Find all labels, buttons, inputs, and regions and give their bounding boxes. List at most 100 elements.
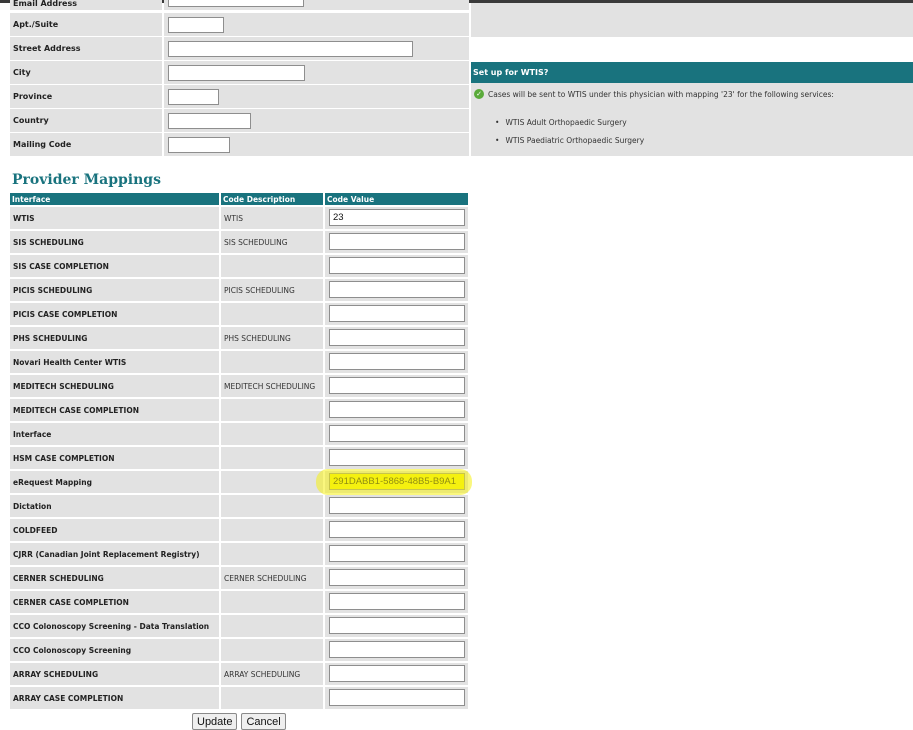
city-cell — [164, 61, 469, 84]
code-value-cell — [325, 423, 468, 445]
interface-name: ARRAY CASE COMPLETION — [10, 687, 219, 709]
interface-name: Dictation — [10, 495, 219, 517]
country-cell — [164, 109, 469, 132]
code-value-input[interactable] — [329, 233, 465, 250]
interface-name: PHS SCHEDULING — [10, 327, 219, 349]
interface-name: WTIS — [10, 207, 219, 229]
code-description — [221, 303, 323, 325]
code-description — [221, 591, 323, 613]
code-description: CERNER SCHEDULING — [221, 567, 323, 589]
email-label: Email Address — [10, 0, 162, 10]
address-row-city: City — [10, 61, 469, 84]
table-row: ARRAY CASE COMPLETION — [10, 687, 468, 711]
code-value-cell — [325, 375, 468, 397]
provider-mappings-title: Provider Mappings — [12, 172, 161, 188]
mappings-table-header: Interface Code Description Code Value — [10, 193, 468, 205]
apt-suite-input[interactable] — [168, 17, 224, 33]
table-row: COLDFEED — [10, 519, 468, 543]
code-value-input[interactable] — [329, 305, 465, 322]
street-address-cell — [164, 37, 469, 60]
code-value-input[interactable] — [329, 665, 465, 682]
table-row: ARRAY SCHEDULING ARRAY SCHEDULING — [10, 663, 468, 687]
email-input[interactable] — [168, 0, 304, 7]
code-value-input[interactable] — [329, 521, 465, 538]
code-value-input[interactable] — [329, 689, 465, 706]
interface-name: CJRR (Canadian Joint Replacement Registr… — [10, 543, 219, 565]
table-row: CCO Colonoscopy Screening - Data Transla… — [10, 615, 468, 639]
province-cell — [164, 85, 469, 108]
wtis-service-item: WTIS Adult Orthopaedic Surgery — [495, 118, 626, 127]
apt-suite-cell — [164, 13, 469, 36]
code-value-input[interactable] — [329, 425, 465, 442]
city-label: City — [10, 61, 162, 84]
code-description: SIS SCHEDULING — [221, 231, 323, 253]
mailing-code-cell — [164, 133, 469, 156]
code-value-input[interactable] — [329, 545, 465, 562]
table-row: CERNER SCHEDULING CERNER SCHEDULING — [10, 567, 468, 591]
interface-name: MEDITECH CASE COMPLETION — [10, 399, 219, 421]
code-value-cell — [325, 351, 468, 373]
code-value-input[interactable] — [329, 617, 465, 634]
country-input[interactable] — [168, 113, 251, 129]
interface-name: eRequest Mapping — [10, 471, 219, 493]
code-value-input[interactable] — [329, 209, 465, 226]
code-description: WTIS — [221, 207, 323, 229]
table-row: SIS CASE COMPLETION — [10, 255, 468, 279]
code-value-input[interactable] — [329, 329, 465, 346]
interface-name: MEDITECH SCHEDULING — [10, 375, 219, 397]
code-value-input[interactable] — [329, 593, 465, 610]
mappings-table-body: WTISWTISSIS SCHEDULINGSIS SCHEDULINGSIS … — [10, 207, 468, 711]
email-cell — [164, 0, 469, 10]
table-row: CERNER CASE COMPLETION — [10, 591, 468, 615]
interface-name: Novari Health Center WTIS — [10, 351, 219, 373]
code-value-cell — [325, 615, 468, 637]
code-value-cell — [325, 447, 468, 469]
street-address-input[interactable] — [168, 41, 413, 57]
interface-name: SIS SCHEDULING — [10, 231, 219, 253]
table-row: CCO Colonoscopy Screening — [10, 639, 468, 663]
table-row: HSM CASE COMPLETION — [10, 447, 468, 471]
code-description — [221, 519, 323, 541]
table-row: MEDITECH CASE COMPLETION — [10, 399, 468, 423]
code-value-cell — [325, 303, 468, 325]
code-description — [221, 495, 323, 517]
code-description: MEDITECH SCHEDULING — [221, 375, 323, 397]
code-value-input[interactable] — [329, 401, 465, 418]
code-value-input[interactable] — [329, 281, 465, 298]
code-value-cell — [325, 399, 468, 421]
code-value-input[interactable] — [329, 257, 465, 274]
code-value-input[interactable] — [329, 497, 465, 514]
code-description — [221, 687, 323, 709]
wtis-service-item: WTIS Paediatric Orthopaedic Surgery — [495, 136, 644, 145]
form-actions: Update Cancel — [192, 713, 286, 730]
table-row: WTIS WTIS — [10, 207, 468, 231]
province-input[interactable] — [168, 89, 219, 105]
interface-name: CCO Colonoscopy Screening - Data Transla… — [10, 615, 219, 637]
code-value-input[interactable] — [329, 641, 465, 658]
wtis-setup-title: Set up for WTIS? — [471, 62, 913, 83]
code-description — [221, 639, 323, 661]
cancel-button[interactable]: Cancel — [241, 713, 286, 730]
code-value-input[interactable] — [329, 473, 465, 490]
code-description — [221, 423, 323, 445]
code-value-input[interactable] — [329, 569, 465, 586]
code-description — [221, 543, 323, 565]
right-grey-panel — [471, 3, 913, 37]
mailing-code-input[interactable] — [168, 137, 230, 153]
code-value-cell — [325, 519, 468, 541]
code-description: PHS SCHEDULING — [221, 327, 323, 349]
code-value-cell — [325, 471, 468, 493]
wtis-message: ✓ Cases will be sent to WTIS under this … — [474, 89, 834, 99]
address-row-street: Street Address — [10, 37, 469, 60]
table-row: Dictation — [10, 495, 468, 519]
city-input[interactable] — [168, 65, 305, 81]
table-row: Novari Health Center WTIS — [10, 351, 468, 375]
code-value-cell — [325, 495, 468, 517]
code-value-cell — [325, 567, 468, 589]
code-value-cell — [325, 639, 468, 661]
code-value-input[interactable] — [329, 353, 465, 370]
update-button[interactable]: Update — [192, 713, 238, 730]
code-value-input[interactable] — [329, 449, 465, 466]
country-label: Country — [10, 109, 162, 132]
code-value-input[interactable] — [329, 377, 465, 394]
